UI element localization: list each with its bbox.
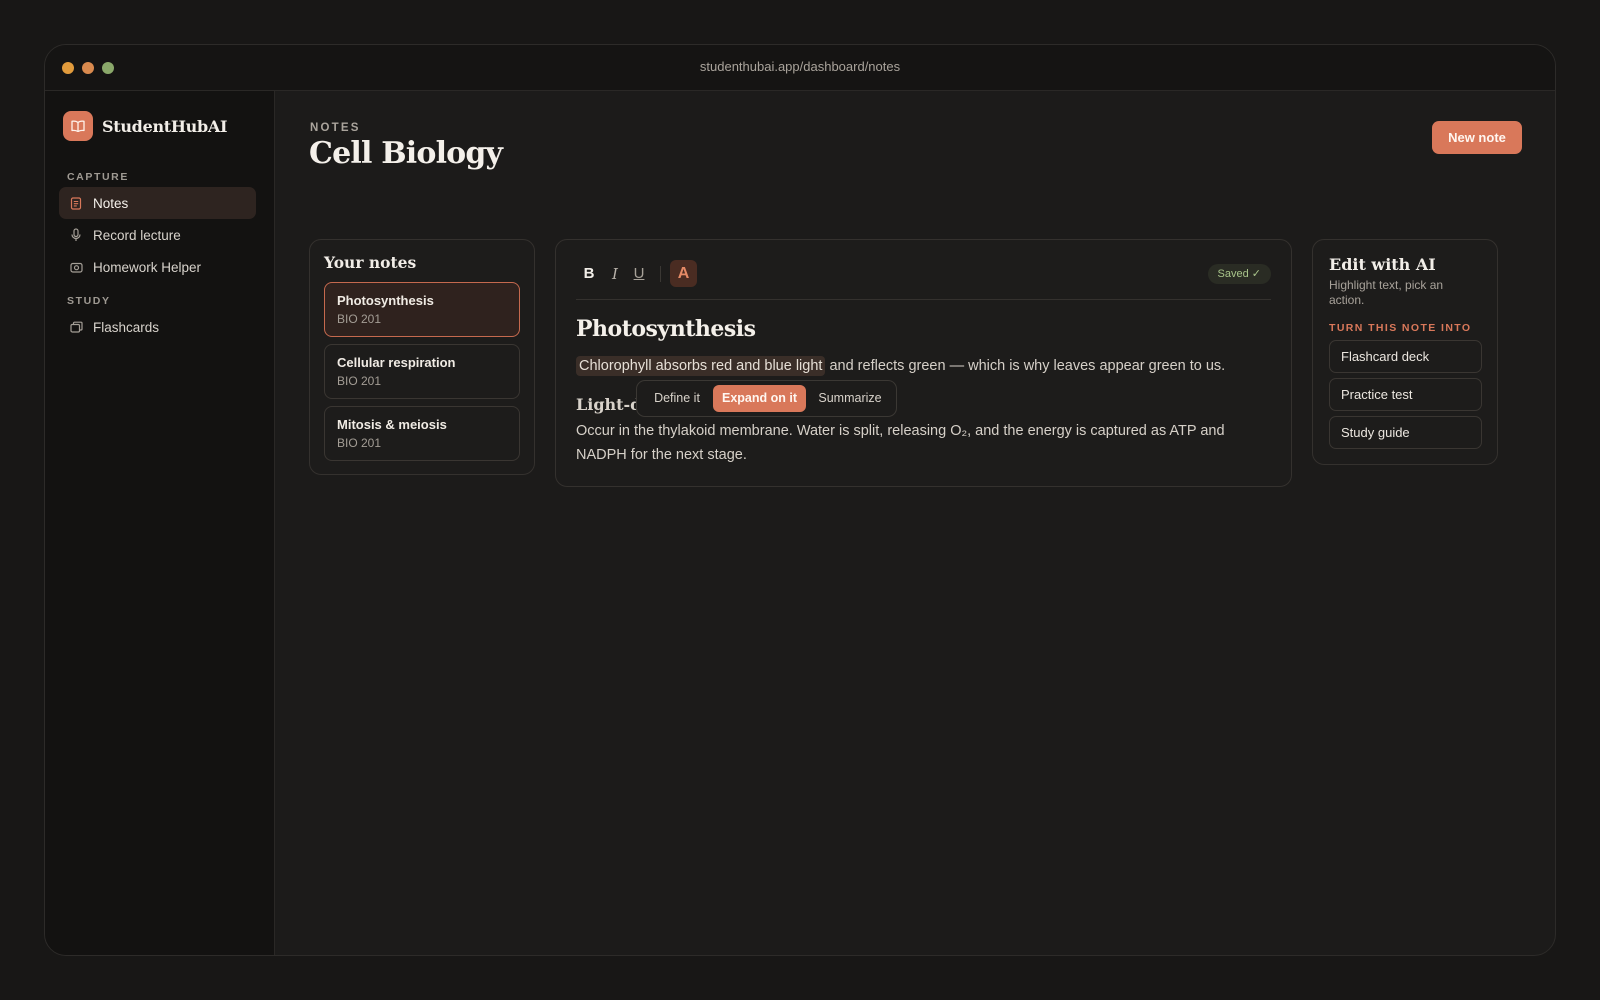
- note-item-mitosis-meiosis[interactable]: Mitosis & meiosis BIO 201: [324, 406, 520, 461]
- new-note-button[interactable]: New note: [1432, 121, 1522, 154]
- study-guide-button[interactable]: Study guide: [1329, 416, 1482, 449]
- flashcard-deck-button[interactable]: Flashcard deck: [1329, 340, 1482, 373]
- italic-button[interactable]: I: [609, 260, 621, 287]
- note-course: BIO 201: [337, 374, 382, 388]
- microphone-icon: [69, 228, 83, 242]
- page-eyebrow: NOTES: [310, 122, 361, 134]
- camera-icon: [69, 260, 83, 274]
- sidebar-item-notes[interactable]: Notes: [59, 187, 256, 219]
- edit-with-ai-panel: Edit with AI Highlight text, pick an act…: [1312, 239, 1498, 465]
- editor-toolbar: B I U A Saved ✓: [576, 260, 1271, 300]
- brand[interactable]: StudentHubAI: [63, 111, 228, 141]
- note-item-cellular-respiration[interactable]: Cellular respiration BIO 201: [324, 344, 520, 399]
- page-title: Cell Biology: [309, 136, 503, 171]
- book-icon: [63, 111, 93, 141]
- document-subheading[interactable]: Light-d: [576, 395, 641, 414]
- brand-name: StudentHubAI: [102, 116, 228, 136]
- practice-test-button[interactable]: Practice test: [1329, 378, 1482, 411]
- notes-list-panel: Your notes Photosynthesis BIO 201 Cellul…: [309, 239, 535, 475]
- bold-button[interactable]: B: [582, 260, 596, 287]
- note-item-photosynthesis[interactable]: Photosynthesis BIO 201: [324, 282, 520, 337]
- sidebar-item-label: Homework Helper: [93, 259, 202, 275]
- note-course: BIO 201: [337, 312, 382, 326]
- expand-on-it-button[interactable]: Expand on it: [713, 385, 806, 412]
- note-title: Cellular respiration: [337, 355, 456, 370]
- ai-selection-popover: Define it Expand on it Summarize: [636, 380, 897, 417]
- define-it-button[interactable]: Define it: [643, 385, 711, 412]
- toolbar-divider: [660, 266, 661, 282]
- sidebar-item-label: Flashcards: [93, 319, 160, 335]
- ai-panel-subtitle: Highlight text, pick an action.: [1329, 278, 1444, 307]
- highlighted-text[interactable]: Chlorophyll absorbs red and blue light: [576, 356, 826, 376]
- cards-icon: [69, 320, 83, 334]
- note-title: Mitosis & meiosis: [337, 417, 447, 432]
- note-editor: B I U A Saved ✓ Photosynthesis Chlorophy…: [555, 239, 1292, 487]
- saved-status-badge: Saved ✓: [1207, 264, 1271, 284]
- browser-window: studenthubai.app/dashboard/notes Student…: [44, 44, 1556, 956]
- summarize-button[interactable]: Summarize: [809, 385, 891, 412]
- note-title: Photosynthesis: [337, 293, 434, 308]
- title-bar: studenthubai.app/dashboard/notes: [45, 45, 1555, 91]
- sidebar-item-record-lecture[interactable]: Record lecture: [59, 219, 256, 251]
- sidebar-item-homework-helper[interactable]: Homework Helper: [59, 251, 256, 283]
- paragraph-text: and reflects green — which is why leaves…: [825, 358, 1226, 374]
- notes-list-title: Your notes: [324, 253, 417, 272]
- document-paragraph[interactable]: Chlorophyll absorbs red and blue light a…: [576, 356, 1226, 376]
- document-paragraph-2[interactable]: Occur in the thylakoid membrane. Water i…: [576, 420, 1276, 467]
- sidebar: StudentHubAI CAPTURE Notes Record lectur…: [45, 91, 275, 955]
- underline-button[interactable]: U: [631, 260, 647, 287]
- ai-format-button[interactable]: A: [670, 260, 697, 287]
- main-content: NOTES Cell Biology New note Your notes P…: [276, 91, 1555, 955]
- ai-panel-section-label: TURN THIS NOTE INTO: [1329, 322, 1472, 334]
- ai-panel-title: Edit with AI: [1329, 255, 1436, 274]
- sidebar-item-label: Notes: [93, 195, 129, 211]
- document-icon: [69, 196, 83, 210]
- sidebar-item-label: Record lecture: [93, 227, 181, 243]
- note-course: BIO 201: [337, 436, 382, 450]
- address-bar[interactable]: studenthubai.app/dashboard/notes: [45, 59, 1555, 74]
- section-label-study: STUDY: [67, 295, 111, 307]
- section-label-capture: CAPTURE: [67, 171, 129, 183]
- document-title[interactable]: Photosynthesis: [576, 316, 756, 342]
- sidebar-item-flashcards[interactable]: Flashcards: [59, 311, 256, 343]
